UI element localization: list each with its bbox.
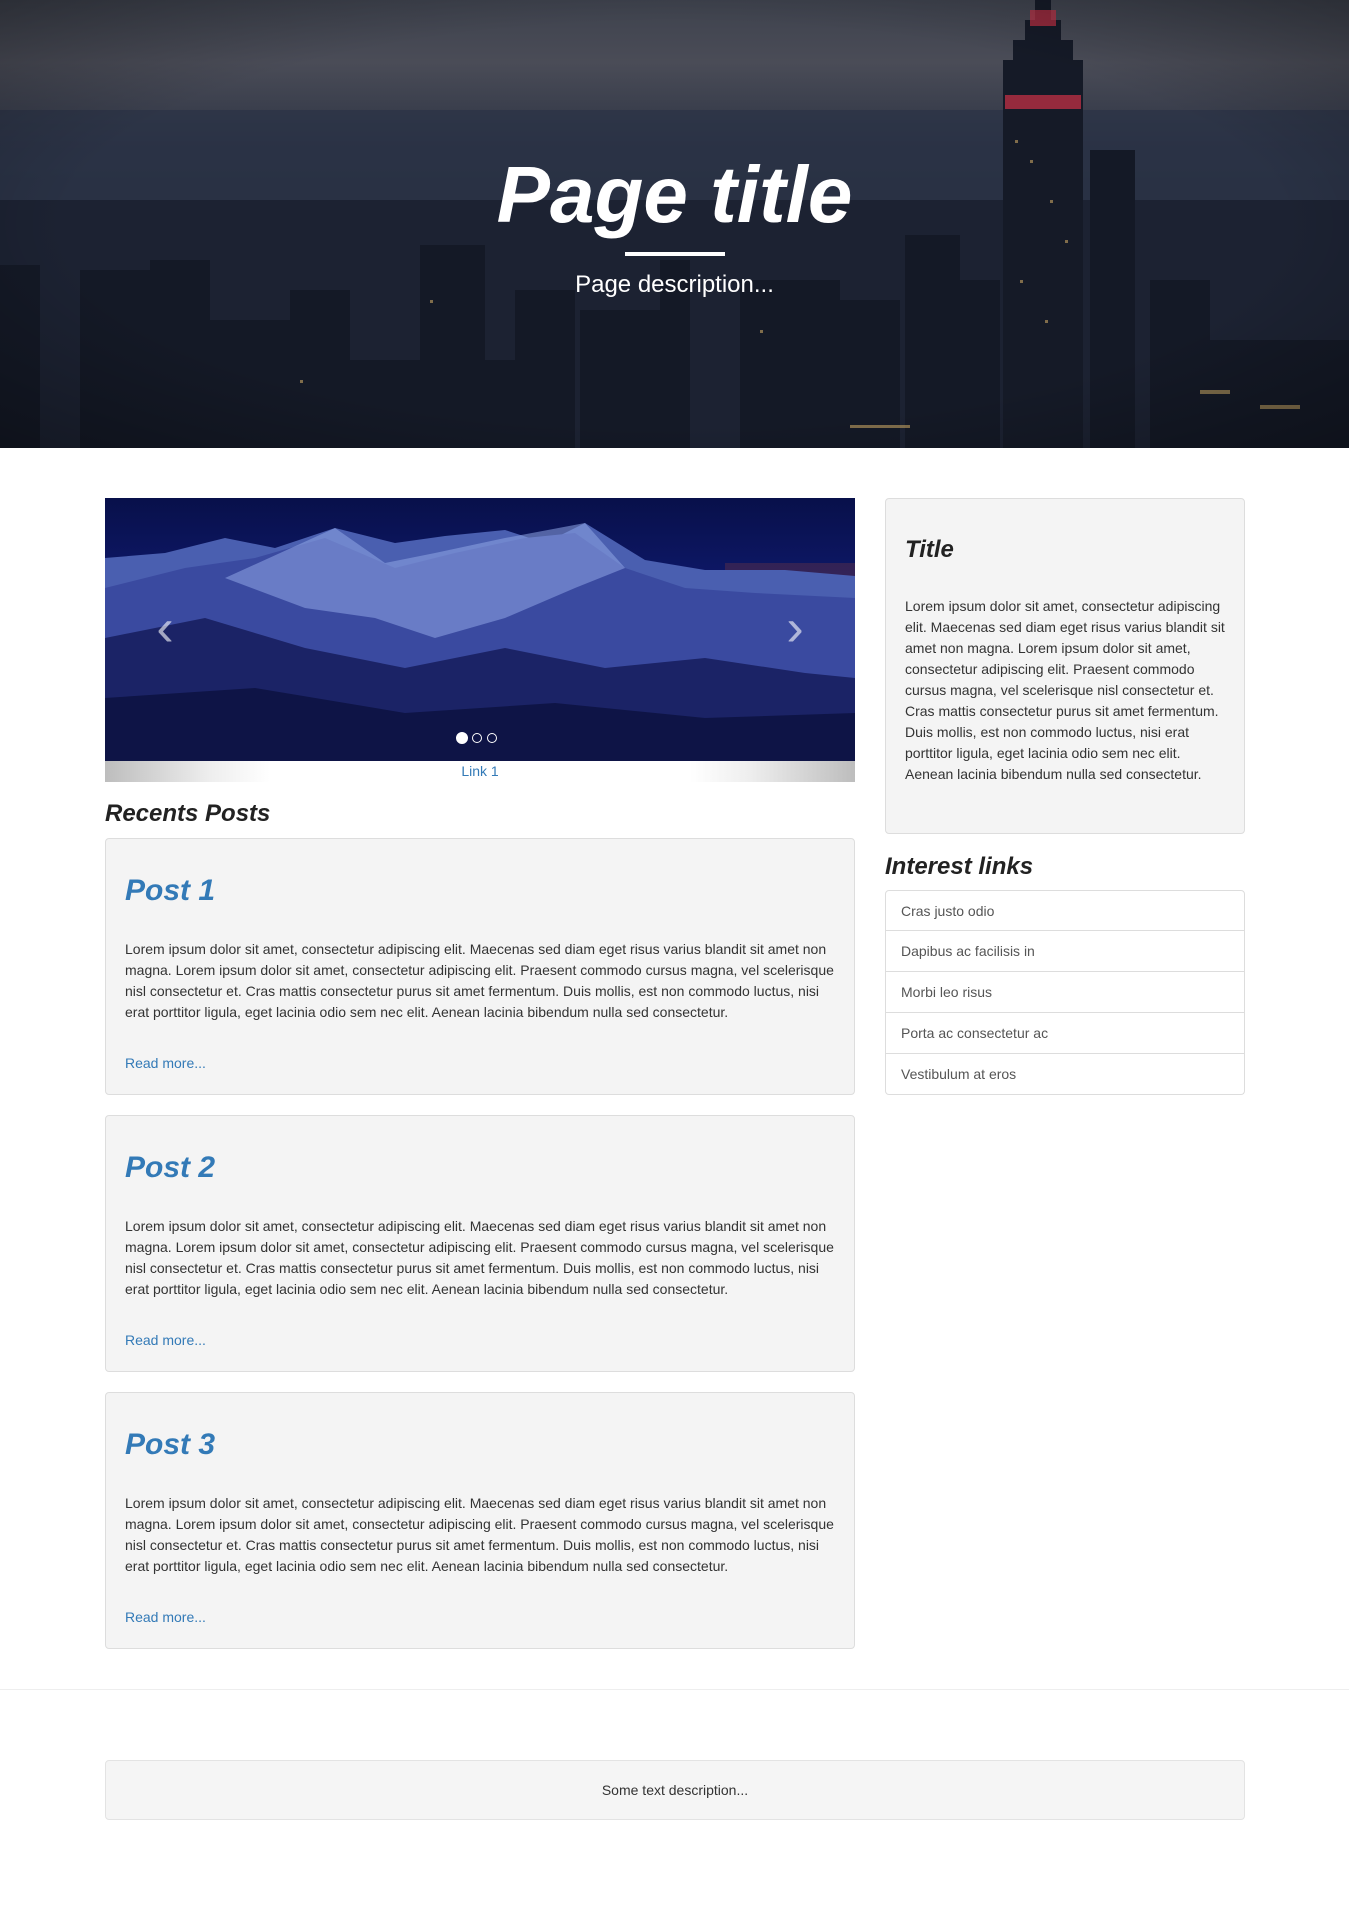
carousel-prev-button[interactable]: ‹ [135, 598, 195, 658]
post-card: Post 2 Lorem ipsum dolor sit amet, conse… [105, 1115, 855, 1372]
mountain-image [105, 498, 855, 761]
post-body: Lorem ipsum dolor sit amet, consectetur … [125, 1495, 834, 1574]
image-carousel: ‹ › Link 1 [105, 498, 855, 782]
carousel-indicator-3[interactable] [487, 733, 497, 743]
post-title[interactable]: Post 1 [125, 871, 215, 911]
carousel-caption-link[interactable]: Link 1 [105, 761, 855, 782]
interest-link-item[interactable]: Vestibulum at eros [885, 1054, 1245, 1095]
post-body: Lorem ipsum dolor sit amet, consectetur … [125, 1218, 834, 1297]
carousel-next-button[interactable]: › [765, 598, 825, 658]
interest-link-item[interactable]: Dapibus ac facilisis in [885, 931, 1245, 972]
read-more-link[interactable]: Read more... [125, 1053, 206, 1073]
interest-link-item[interactable]: Porta ac consectetur ac [885, 1013, 1245, 1054]
interest-links-list: Cras justo odio Dapibus ac facilisis in … [885, 890, 1245, 1095]
carousel-indicator-1[interactable] [456, 732, 468, 744]
post-card: Post 3 Lorem ipsum dolor sit amet, conse… [105, 1392, 855, 1649]
interest-links-heading: Interest links [885, 853, 1034, 880]
hero-banner: Page title Page description... [0, 0, 1349, 448]
page-title: Page title [496, 150, 853, 239]
post-card: Post 1 Lorem ipsum dolor sit amet, conse… [105, 838, 855, 1095]
interest-link-item[interactable]: Cras justo odio [885, 890, 1245, 931]
post-body: Lorem ipsum dolor sit amet, consectetur … [125, 941, 834, 1020]
chevron-left-icon: ‹ [156, 599, 174, 657]
recent-posts-heading: Recents Posts [105, 800, 271, 827]
carousel-slide-image: ‹ › [105, 498, 855, 761]
post-title[interactable]: Post 3 [125, 1425, 215, 1465]
post-title[interactable]: Post 2 [125, 1148, 215, 1188]
sidebar-info-box: Title Lorem ipsum dolor sit amet, consec… [885, 498, 1245, 834]
carousel-indicator-2[interactable] [472, 733, 482, 743]
footer-description: Some text description... [105, 1760, 1245, 1820]
title-divider [625, 252, 725, 256]
chevron-right-icon: › [786, 599, 804, 657]
interest-link-item[interactable]: Morbi leo risus [885, 972, 1245, 1013]
sidebar-body: Lorem ipsum dolor sit amet, consectetur … [905, 598, 1225, 782]
carousel-indicators [456, 732, 506, 747]
footer-divider [0, 1689, 1349, 1690]
sidebar-title: Title [905, 536, 954, 563]
carousel-caption: Link 1 [105, 761, 855, 782]
read-more-link[interactable]: Read more... [125, 1607, 206, 1627]
read-more-link[interactable]: Read more... [125, 1330, 206, 1350]
page-description: Page description... [575, 271, 774, 298]
